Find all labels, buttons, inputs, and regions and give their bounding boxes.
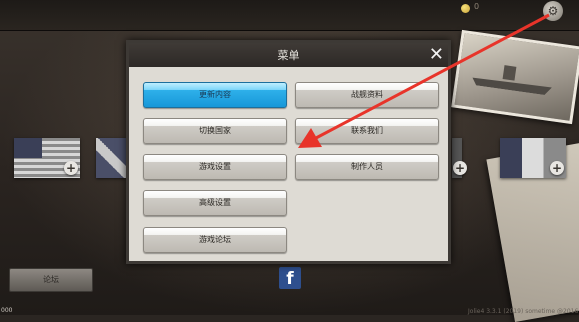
plus-icon[interactable]: + bbox=[64, 161, 78, 175]
top-bar: 0 ⚙ bbox=[0, 0, 579, 31]
ship-tower bbox=[502, 65, 517, 81]
coin-count: 0 bbox=[474, 2, 480, 11]
menu-title: 菜单 bbox=[277, 49, 300, 62]
flag-uk[interactable] bbox=[96, 138, 126, 178]
contact-us-button[interactable]: 联系我们 bbox=[295, 118, 439, 144]
update-content-button[interactable]: 更新内容 bbox=[143, 82, 287, 108]
plus-icon[interactable]: + bbox=[550, 161, 564, 175]
credits-button[interactable]: 制作人员 bbox=[295, 154, 439, 180]
version-text: Jolie4 3.3.1 (2019) sometime @2016 bbox=[468, 308, 579, 315]
gear-icon[interactable]: ⚙ bbox=[543, 1, 563, 21]
facebook-icon[interactable]: f bbox=[279, 267, 301, 289]
forum-button[interactable]: 论坛 bbox=[9, 268, 93, 292]
menu-header: 菜单 ✕ bbox=[129, 43, 448, 67]
coin-icon bbox=[461, 4, 470, 13]
plus-icon[interactable]: + bbox=[453, 161, 467, 175]
game-settings-button[interactable]: 游戏设置 bbox=[143, 154, 287, 180]
menu-dialog: 菜单 ✕ 更新内容 战舰资料 切换国家 联系我们 游戏设置 制作人员 高级设置 … bbox=[126, 40, 451, 264]
game-forum-button[interactable]: 游戏论坛 bbox=[143, 227, 287, 253]
bottom-left-text: 000 bbox=[1, 307, 13, 314]
advanced-settings-button[interactable]: 高级设置 bbox=[143, 190, 287, 216]
close-icon[interactable]: ✕ bbox=[429, 43, 444, 67]
switch-country-button[interactable]: 切换国家 bbox=[143, 118, 287, 144]
warship-info-button[interactable]: 战舰资料 bbox=[295, 82, 439, 108]
